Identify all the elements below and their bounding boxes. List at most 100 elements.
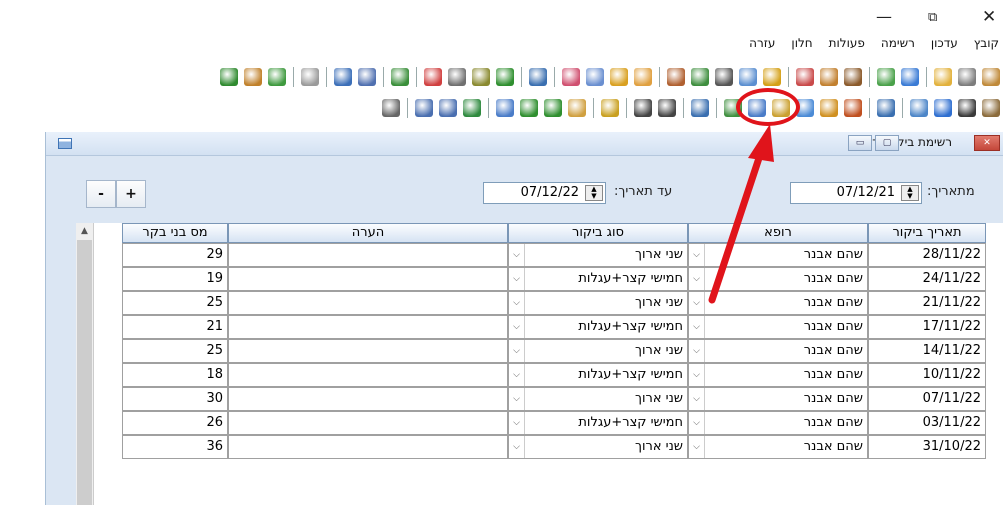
grid-icon[interactable]	[529, 68, 547, 86]
chevron-down-icon[interactable]: ⌵	[689, 244, 705, 266]
vertical-scrollbar[interactable]: ▲	[76, 223, 94, 505]
cell-doctor[interactable]: שהם אבנר ⌵	[688, 339, 868, 363]
cell-note[interactable]	[228, 243, 508, 267]
person-green-icon[interactable]	[268, 68, 286, 86]
cell-visit-date[interactable]: 31/10/22	[868, 435, 986, 459]
remove-row-button[interactable]: -	[86, 180, 116, 208]
chevron-down-icon[interactable]: ⌵	[689, 436, 705, 458]
calc-icon[interactable]	[691, 99, 709, 117]
cell-doctor[interactable]: שהם אבנר ⌵	[688, 243, 868, 267]
cell-doctor[interactable]: שהם אבנר ⌵	[688, 411, 868, 435]
menu-update[interactable]: עדכון	[931, 36, 958, 56]
shovel-icon[interactable]	[982, 68, 1000, 86]
bag-icon[interactable]	[820, 68, 838, 86]
cell-visit-date[interactable]: 28/11/22	[868, 243, 986, 267]
chevron-down-icon[interactable]: ⌵	[509, 340, 525, 362]
chevron-down-icon[interactable]: ⌵	[689, 388, 705, 410]
cell-visit-type[interactable]: שני ארוך ⌵	[508, 387, 688, 411]
menu-help[interactable]: עזרה	[749, 36, 775, 56]
header-visit-type[interactable]: סוג ביקור	[508, 223, 688, 243]
dollar-icon[interactable]	[220, 68, 238, 86]
cow-icon[interactable]	[844, 68, 862, 86]
chevron-down-icon[interactable]: ⌵	[509, 316, 525, 338]
syringe-icon[interactable]	[739, 68, 757, 86]
grid-add-icon[interactable]	[658, 99, 676, 117]
cell-visit-type[interactable]: שני ארוך ⌵	[508, 243, 688, 267]
child-maximize-button[interactable]: ▢	[875, 135, 899, 151]
to-date-field[interactable]: 07/12/22 ▲ ▼	[483, 182, 606, 204]
from-date-spinner[interactable]: ▲ ▼	[901, 185, 919, 201]
tree-view-icon[interactable]	[382, 99, 400, 117]
minimize-button[interactable]: —	[876, 8, 892, 26]
cell-visit-type[interactable]: חמישי קצר+עגלות ⌵	[508, 315, 688, 339]
cell-doctor[interactable]: שהם אבנר ⌵	[688, 315, 868, 339]
truck-icon[interactable]	[334, 68, 352, 86]
cell-doctor[interactable]: שהם אבנר ⌵	[688, 363, 868, 387]
chevron-down-icon[interactable]: ⌵	[689, 316, 705, 338]
cell-cattle-count[interactable]: 29	[122, 243, 228, 267]
add-row-button[interactable]: +	[116, 180, 146, 208]
header-note[interactable]: הערה	[228, 223, 508, 243]
checklist-icon[interactable]	[472, 68, 490, 86]
folder-icon[interactable]	[934, 68, 952, 86]
tree-icon[interactable]	[391, 68, 409, 86]
chevron-down-icon[interactable]: ⌵	[689, 364, 705, 386]
menu-actions[interactable]: פעולות	[829, 36, 865, 56]
child-close-button[interactable]: ✕	[974, 135, 1000, 151]
dots-icon[interactable]	[844, 99, 862, 117]
cell-note[interactable]	[228, 387, 508, 411]
gear-small-icon[interactable]	[982, 99, 1000, 117]
cell-cattle-count[interactable]: 25	[122, 339, 228, 363]
cell-cattle-count[interactable]: 19	[122, 267, 228, 291]
cell-cattle-count[interactable]: 36	[122, 435, 228, 459]
ribbon-icon[interactable]	[424, 68, 442, 86]
chevron-down-icon[interactable]: ⌵	[689, 268, 705, 290]
cell-visit-type[interactable]: חמישי קצר+עגלות ⌵	[508, 411, 688, 435]
cell-visit-date[interactable]: 24/11/22	[868, 267, 986, 291]
scroll-up-icon[interactable]: ▲	[76, 223, 93, 240]
percent-icon[interactable]	[244, 68, 262, 86]
pencil-icon[interactable]	[634, 68, 652, 86]
cell-doctor[interactable]: שהם אבנר ⌵	[688, 267, 868, 291]
child-minimize-button[interactable]: ▭	[848, 135, 872, 151]
cell-note[interactable]	[228, 363, 508, 387]
filter-icon[interactable]	[544, 99, 562, 117]
cell-visit-date[interactable]: 14/11/22	[868, 339, 986, 363]
cell-visit-type[interactable]: שני ארוך ⌵	[508, 339, 688, 363]
chevron-down-icon[interactable]: ⌵	[689, 340, 705, 362]
close-button[interactable]: ✕	[982, 8, 996, 26]
excel-icon[interactable]	[463, 99, 481, 117]
bucket-icon[interactable]	[610, 68, 628, 86]
search-doc-icon[interactable]	[910, 99, 928, 117]
cell-cattle-count[interactable]: 18	[122, 363, 228, 387]
cell-note[interactable]	[228, 339, 508, 363]
scales-icon[interactable]	[763, 68, 781, 86]
restore-button[interactable]: ⧉	[928, 9, 937, 27]
cell-visit-date[interactable]: 07/11/22	[868, 387, 986, 411]
bottle-icon[interactable]	[691, 68, 709, 86]
cell-visit-date[interactable]: 21/11/22	[868, 291, 986, 315]
cell-doctor[interactable]: שהם אבנר ⌵	[688, 291, 868, 315]
scroll-thumb[interactable]	[77, 240, 92, 505]
brush-icon[interactable]	[667, 68, 685, 86]
cell-visit-date[interactable]: 17/11/22	[868, 315, 986, 339]
cell-note[interactable]	[228, 315, 508, 339]
cell-doctor[interactable]: שהם אבנר ⌵	[688, 387, 868, 411]
arrow-back-icon[interactable]	[601, 99, 619, 117]
cell-visit-date[interactable]: 03/11/22	[868, 411, 986, 435]
cell-note[interactable]	[228, 411, 508, 435]
menu-window[interactable]: חלון	[791, 36, 812, 56]
chevron-down-icon[interactable]: ⌵	[509, 292, 525, 314]
header-visit-date[interactable]: תאריך ביקור	[868, 223, 986, 243]
person-icon[interactable]	[796, 68, 814, 86]
filter-add-icon[interactable]	[520, 99, 538, 117]
menu-list[interactable]: רשימה	[881, 36, 915, 56]
cell-note[interactable]	[228, 435, 508, 459]
chevron-down-icon[interactable]: ⌵	[689, 412, 705, 434]
grid-edit-icon[interactable]	[634, 99, 652, 117]
cell-cattle-count[interactable]: 30	[122, 387, 228, 411]
wand-icon[interactable]	[568, 99, 586, 117]
chevron-down-icon[interactable]: ⌵	[509, 436, 525, 458]
flower-icon[interactable]	[562, 68, 580, 86]
header-doctor[interactable]: רופא	[688, 223, 868, 243]
